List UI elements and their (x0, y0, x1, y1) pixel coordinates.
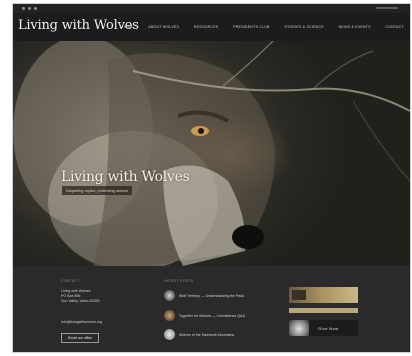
wolf-hero-image (13, 41, 410, 266)
promo-label[interactable]: Give Now (318, 326, 339, 331)
post-title[interactable]: Wolves of the Sawtooth Mountains (179, 333, 234, 337)
main-header: Living with Wolves Home About Wolves Res… (13, 13, 410, 42)
hero-banner: Living with Wolves Dispelling myths, pro… (13, 41, 410, 266)
post-title[interactable]: Wolf Territory — Understanding the Pack (179, 294, 244, 298)
footer-address: Living with Wolves PO Box 896 Sun Valley… (61, 289, 100, 304)
nav-item-home[interactable]: Home (122, 24, 134, 30)
browser-page: Living with Wolves Home About Wolves Res… (13, 4, 410, 352)
email-office-button[interactable]: Email our office (61, 333, 100, 343)
site-logo[interactable]: Living with Wolves (18, 18, 139, 33)
promo-image (292, 290, 306, 300)
social-dot-icon[interactable] (34, 7, 37, 10)
post-thumbnail-icon (164, 329, 175, 340)
social-dot-icon[interactable] (22, 7, 25, 10)
footer-posts-heading: Latest Posts (164, 279, 194, 283)
nav-item-contact[interactable]: Contact (385, 24, 404, 30)
nav-item-resources[interactable]: Resources (194, 24, 219, 30)
hero-title: Living with Wolves (61, 169, 190, 185)
footer-post-item[interactable]: Wolf Territory — Understanding the Pack (164, 290, 244, 301)
nav-item-news[interactable]: News & Events (339, 24, 371, 30)
nav-item-about[interactable]: About Wolves (148, 24, 179, 30)
address-line: Sun Valley, Idaho 83353 (61, 299, 100, 303)
promo-banner[interactable] (289, 287, 358, 303)
footer-email-link[interactable]: info@livingwithwolves.org (61, 320, 102, 324)
social-dot-icon[interactable] (28, 7, 31, 10)
footer-contact-heading: Contact (61, 279, 80, 283)
footer-post-item[interactable]: Wolves of the Sawtooth Mountains (164, 329, 234, 340)
nav-item-stories[interactable]: Stories & Science (284, 24, 323, 30)
site-footer: Contact Living with Wolves PO Box 896 Su… (13, 266, 410, 352)
hero-subtitle: Dispelling myths, protecting wolves (62, 186, 133, 195)
utility-bar (13, 4, 410, 13)
utility-search-field[interactable] (376, 7, 398, 9)
social-links (22, 7, 37, 10)
footer-post-item[interactable]: Together for Wolves — Coexistence Q&A (164, 310, 245, 321)
promo-wolf-image (289, 320, 309, 336)
promo-card[interactable]: Give Now (289, 320, 358, 336)
post-thumbnail-icon (164, 290, 175, 301)
post-title[interactable]: Together for Wolves — Coexistence Q&A (179, 314, 245, 318)
main-navigation: Home About Wolves Resources Presidents C… (122, 24, 404, 30)
promo-strip (289, 308, 358, 313)
nav-item-presidents-club[interactable]: Presidents Club (233, 24, 270, 30)
post-thumbnail-icon (164, 310, 175, 321)
